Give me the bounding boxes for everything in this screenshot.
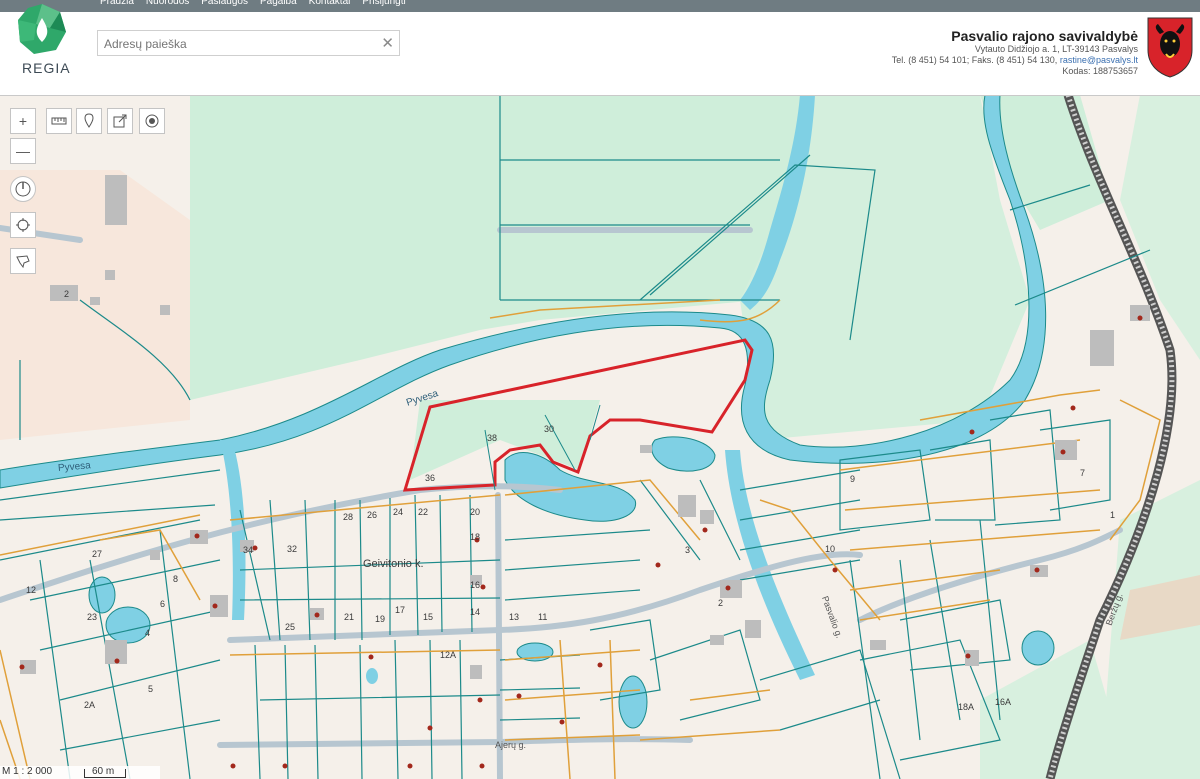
scale-ratio: M 1 : 2 000 xyxy=(2,766,53,777)
parcel-9: 9 xyxy=(850,474,855,484)
compass-icon xyxy=(15,181,31,197)
scale-length: 60 m xyxy=(92,766,115,777)
logo-text: REGIA xyxy=(22,60,71,76)
parcel-12: 12 xyxy=(26,585,36,595)
share-icon xyxy=(113,114,127,128)
scale-bar: M 1 : 2 000 60 m xyxy=(0,766,160,779)
municipality-email[interactable]: rastine@pasvalys.lt xyxy=(1060,55,1138,65)
measure-icon xyxy=(51,117,67,125)
close-icon[interactable]: ✕ xyxy=(381,34,394,52)
municipality-info: Pasvalio rajono savivaldybė Vytauto Didž… xyxy=(892,28,1138,77)
locate-button[interactable] xyxy=(10,212,36,238)
app-header: Pradžia Nuorodos Paslaugos Pagalba Konta… xyxy=(0,0,1200,96)
parcel-27: 27 xyxy=(92,549,102,559)
parcel-2A: 2A xyxy=(84,700,95,710)
nav-services[interactable]: Paslaugos xyxy=(201,0,248,8)
minus-icon: — xyxy=(16,143,30,159)
parcel-24: 24 xyxy=(393,507,403,517)
layers-icon xyxy=(145,114,159,128)
zoom-out-button[interactable]: — xyxy=(10,138,36,164)
compass-button[interactable] xyxy=(10,176,36,202)
parcel-38: 38 xyxy=(487,433,497,443)
parcel-20: 20 xyxy=(470,507,480,517)
parcel-7: 7 xyxy=(1080,468,1085,478)
parcel-17: 17 xyxy=(395,605,405,615)
share-button[interactable] xyxy=(107,108,133,134)
layers-button[interactable] xyxy=(139,108,165,134)
top-nav: Pradžia Nuorodos Paslaugos Pagalba Konta… xyxy=(0,0,1200,12)
parcel-16A: 16A xyxy=(995,697,1011,707)
parcel-34: 34 xyxy=(243,545,253,555)
parcel-12A: 12A xyxy=(440,650,456,660)
parcel-11: 11 xyxy=(538,612,547,622)
nav-help[interactable]: Pagalba xyxy=(260,0,297,8)
nav-home[interactable]: Pradžia xyxy=(100,0,134,8)
parcel-1: 1 xyxy=(1110,510,1115,520)
plus-icon: + xyxy=(18,113,28,129)
parcel-15: 15 xyxy=(423,612,433,622)
parcel-14: 14 xyxy=(470,607,480,617)
parcel-21: 21 xyxy=(344,612,354,622)
parcel-5: 5 xyxy=(148,684,153,694)
parcel-6: 6 xyxy=(160,599,165,609)
municipality-phones: Tel. (8 451) 54 101; Faks. (8 451) 54 13… xyxy=(891,55,1058,65)
search-input[interactable] xyxy=(102,34,376,54)
village-label: Geivitonio k. xyxy=(363,558,424,570)
municipality-name: Pasvalio rajono savivaldybė xyxy=(951,28,1138,44)
parcel-23: 23 xyxy=(87,612,97,622)
parcel-10: 10 xyxy=(825,544,835,554)
measure-button[interactable] xyxy=(46,108,72,134)
parcel-36: 36 xyxy=(425,473,435,483)
parcel-2: 2 xyxy=(64,289,69,299)
parcel-2b: 2 xyxy=(718,598,723,608)
parcel-26: 26 xyxy=(367,510,377,520)
municipality-code: Kodas: 188753657 xyxy=(1062,66,1138,76)
parcel-13: 13 xyxy=(509,612,519,622)
parcel-22: 22 xyxy=(418,507,428,517)
address-search[interactable]: ✕ xyxy=(97,30,400,56)
locate-icon xyxy=(16,218,30,232)
street-label-ajeru: Ajerų g. xyxy=(495,740,526,750)
parcel-8: 8 xyxy=(173,574,178,584)
parcel-28: 28 xyxy=(343,512,353,522)
nav-login[interactable]: Prisijungti xyxy=(362,0,405,8)
cadastral-map[interactable]: Pyvesa Pyvesa Geivitonio k. Ajerų g. Ber… xyxy=(0,95,1200,779)
zoom-in-button[interactable]: + xyxy=(10,108,36,134)
parcel-16: 16 xyxy=(470,580,480,590)
nav-contacts[interactable]: Kontaktai xyxy=(309,0,351,8)
marker-button[interactable] xyxy=(76,108,102,134)
parcel-18: 18 xyxy=(470,532,480,542)
area-icon xyxy=(16,255,30,269)
parcel-3: 3 xyxy=(685,545,690,555)
nav-links[interactable]: Nuorodos xyxy=(146,0,189,8)
municipality-address: Vytauto Didžiojo a. 1, LT-39143 Pasvalys xyxy=(974,44,1138,54)
area-button[interactable] xyxy=(10,248,36,274)
parcel-4: 4 xyxy=(145,628,150,638)
marker-icon xyxy=(84,113,94,128)
parcel-19: 19 xyxy=(375,614,385,624)
parcel-30: 30 xyxy=(544,424,554,434)
parcel-25: 25 xyxy=(285,622,295,632)
parcel-32: 32 xyxy=(287,544,297,554)
coat-of-arms-icon xyxy=(1147,17,1193,78)
parcel-18A: 18A xyxy=(958,702,974,712)
